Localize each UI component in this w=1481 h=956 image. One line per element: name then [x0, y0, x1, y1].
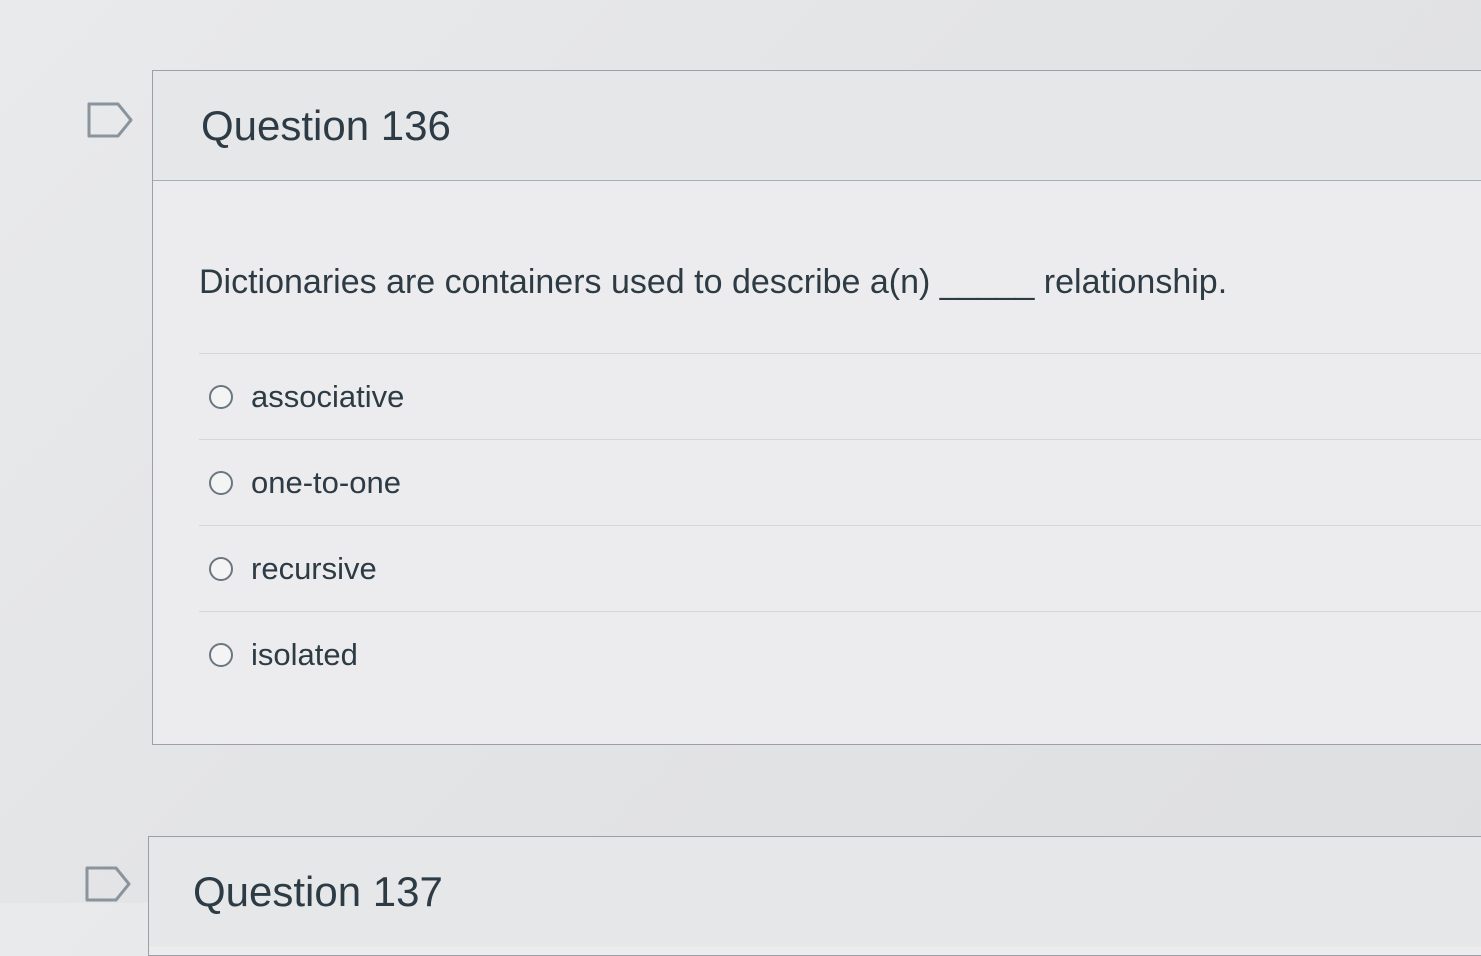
question-card-137: Question 137: [148, 836, 1481, 956]
answer-option-recursive[interactable]: recursive: [199, 525, 1481, 611]
question-title: Question 137: [193, 868, 443, 915]
flag-question-icon[interactable]: [84, 864, 131, 902]
radio-button[interactable]: [209, 470, 233, 495]
flag-question-icon[interactable]: [86, 100, 133, 138]
question-header: Question 136: [153, 71, 1481, 181]
radio-button[interactable]: [209, 384, 233, 409]
answer-label: isolated: [251, 636, 358, 672]
answer-option-isolated[interactable]: isolated: [199, 611, 1481, 697]
answer-list: associative one-to-one recursive isolate…: [199, 353, 1481, 697]
question-prompt: Dictionaries are containers used to desc…: [199, 263, 1228, 301]
answer-option-one-to-one[interactable]: one-to-one: [199, 439, 1481, 525]
question-card-136: Question 136 Dictionaries are containers…: [152, 70, 1481, 745]
answer-label: one-to-one: [251, 464, 401, 500]
answer-label: recursive: [251, 550, 377, 586]
answer-option-associative[interactable]: associative: [199, 353, 1481, 439]
answer-label: associative: [251, 378, 405, 414]
radio-button[interactable]: [209, 556, 233, 581]
radio-button[interactable]: [209, 642, 233, 667]
question-title: Question 136: [201, 102, 451, 149]
question-header: Question 137: [149, 837, 1481, 947]
